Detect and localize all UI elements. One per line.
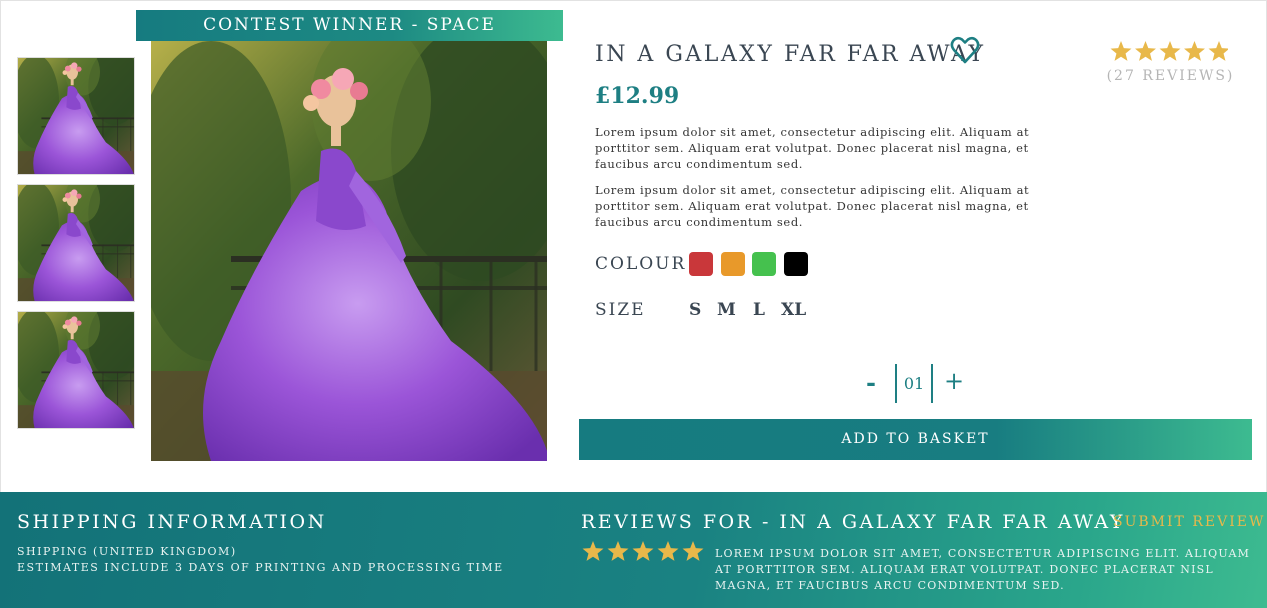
submit-review-link[interactable]: SUBMIT REVIEW bbox=[1113, 514, 1265, 530]
shipping-line-2: ESTIMATES INCLUDE 3 DAYS OF PRINTING AND… bbox=[17, 561, 504, 574]
review-text: LOREM IPSUM DOLOR SIT AMET, CONSECTETUR … bbox=[715, 547, 1251, 592]
product-title: IN A GALAXY FAR FAR AWAY bbox=[595, 42, 986, 67]
description-paragraph-1: Lorem ipsum dolor sit amet, consectetur … bbox=[595, 125, 1030, 171]
product-image-thumbnail bbox=[18, 58, 134, 174]
footer: SHIPPING INFORMATION SHIPPING (UNITED KI… bbox=[0, 492, 1267, 608]
quantity-decrease-button[interactable]: - bbox=[866, 368, 876, 397]
colour-swatch-black[interactable] bbox=[784, 252, 808, 276]
size-option-l[interactable]: L bbox=[753, 300, 765, 320]
star-icon bbox=[632, 541, 654, 561]
star-icon bbox=[1110, 41, 1132, 61]
colour-swatch-red[interactable] bbox=[689, 252, 713, 276]
contest-banner: CONTEST WINNER - SPACE bbox=[136, 10, 563, 41]
review-rating-stars bbox=[582, 541, 704, 561]
product-image-thumbnail bbox=[18, 185, 134, 301]
thumbnail-3[interactable] bbox=[17, 311, 135, 429]
product-main-image bbox=[151, 41, 547, 461]
quantity-increase-button[interactable]: + bbox=[944, 367, 964, 395]
thumbnail-2[interactable] bbox=[17, 184, 135, 302]
thumbnail-1[interactable] bbox=[17, 57, 135, 175]
shipping-title: SHIPPING INFORMATION bbox=[17, 511, 327, 533]
product-price: £12.99 bbox=[595, 83, 680, 109]
colour-swatch-orange[interactable] bbox=[721, 252, 745, 276]
star-icon bbox=[682, 541, 704, 561]
size-option-m[interactable]: M bbox=[717, 300, 736, 320]
shipping-line-1: SHIPPING (UNITED KINGDOM) bbox=[17, 545, 237, 558]
star-icon bbox=[1159, 41, 1181, 61]
reviews-count-link[interactable]: (27 REVIEWS) bbox=[1098, 68, 1243, 84]
size-label: SIZE bbox=[595, 300, 646, 320]
rating-stars bbox=[1110, 41, 1228, 61]
colour-label: COLOUR bbox=[595, 254, 687, 274]
star-icon bbox=[657, 541, 679, 561]
heart-outline-icon[interactable] bbox=[949, 34, 981, 66]
product-image-thumbnail bbox=[18, 312, 134, 428]
product-photo bbox=[151, 41, 547, 461]
star-icon bbox=[582, 541, 604, 561]
star-icon bbox=[1135, 41, 1156, 61]
star-icon bbox=[1184, 41, 1205, 61]
star-icon bbox=[607, 541, 629, 561]
reviews-title: REVIEWS FOR - IN A GALAXY FAR FAR AWAY bbox=[581, 511, 1125, 533]
star-icon bbox=[1208, 41, 1228, 61]
size-option-xl[interactable]: XL bbox=[781, 300, 806, 320]
description-paragraph-2: Lorem ipsum dolor sit amet, consectetur … bbox=[595, 183, 1030, 229]
quantity-input[interactable]: 01 bbox=[895, 364, 933, 403]
colour-swatch-green[interactable] bbox=[752, 252, 776, 276]
add-to-basket-button[interactable]: ADD TO BASKET bbox=[579, 419, 1252, 460]
size-option-s[interactable]: S bbox=[689, 300, 701, 320]
